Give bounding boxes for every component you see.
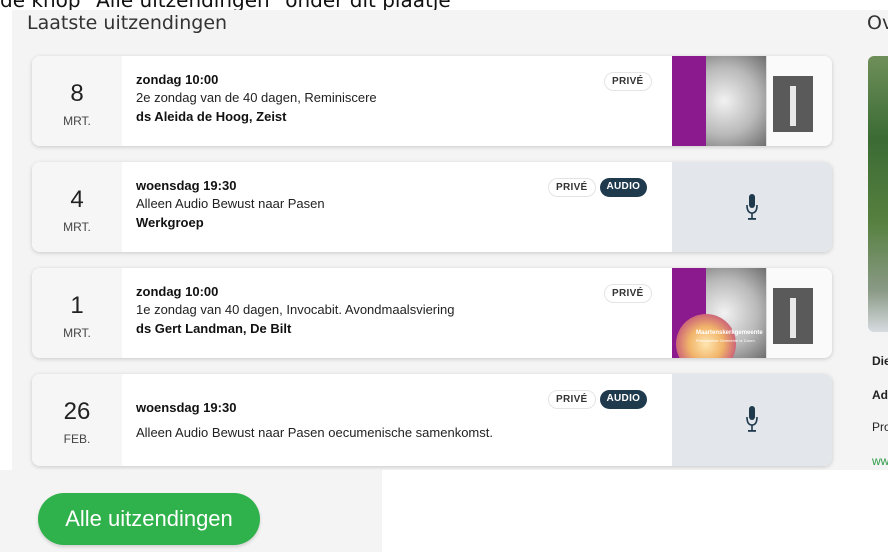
date-month: FEB.	[63, 432, 91, 446]
date-day: 4	[70, 186, 84, 213]
logo-text: Maartenskerkgemeente	[696, 330, 763, 336]
side-church-photo	[868, 56, 888, 332]
thumbnail-purple-band	[672, 56, 706, 146]
date-block: 8 MRT.	[32, 56, 122, 146]
broadcast-description: 2e zondag van de 40 dagen, Reminiscere	[136, 90, 377, 105]
thumbnail-photo	[773, 76, 813, 132]
broadcast-card[interactable]: 8 MRT. zondag 10:00 2e zondag van de 40 …	[32, 56, 832, 146]
broadcast-thumbnail[interactable]	[672, 56, 832, 146]
side-text-name: Die	[872, 354, 888, 368]
date-day: 1	[70, 292, 84, 319]
audio-badge: AUDIO	[599, 178, 648, 197]
broadcast-description: Alleen Audio Bewust naar Pasen	[136, 196, 325, 211]
audio-thumbnail[interactable]	[672, 162, 832, 252]
date-month: MRT.	[63, 326, 91, 340]
date-day: 8	[70, 80, 84, 107]
prive-badge: PRIVÉ	[604, 72, 652, 91]
microphone-icon	[746, 194, 758, 220]
broadcast-preacher: Werkgroep	[136, 215, 204, 230]
audio-badge: AUDIO	[599, 390, 648, 409]
date-month: MRT.	[63, 220, 91, 234]
broadcast-description: Alleen Audio Bewust naar Pasen oecumenis…	[136, 425, 493, 440]
logo-subtext: Protestantse Gemeente te Doorn	[696, 338, 755, 343]
prive-badge: PRIVÉ	[548, 178, 596, 197]
date-month: MRT.	[63, 114, 91, 128]
broadcast-time: zondag 10:00	[136, 284, 219, 299]
broadcast-card[interactable]: 1 MRT. zondag 10:00 1e zondag van 40 dag…	[32, 268, 832, 358]
thumbnail-photo	[773, 288, 813, 344]
thumbnail-program-sheet	[766, 268, 832, 358]
date-day: 26	[63, 398, 91, 425]
side-text-address: Ad	[872, 388, 888, 402]
side-website-link[interactable]: ww	[872, 454, 888, 468]
date-block: 4 MRT.	[32, 162, 122, 252]
broadcast-card[interactable]: 26 FEB. woensdag 19:30 Alleen Audio Bewu…	[32, 374, 832, 466]
side-section-title: Ov	[867, 12, 888, 34]
broadcast-thumbnail[interactable]: Maartenskerkgemeente Protestantse Gemeen…	[672, 268, 832, 358]
prive-badge: PRIVÉ	[548, 390, 596, 409]
date-block: 26 FEB.	[32, 374, 122, 466]
all-broadcasts-button[interactable]: Alle uitzendingen	[38, 493, 260, 545]
thumbnail-gradient	[706, 56, 766, 146]
broadcast-card[interactable]: 4 MRT. woensdag 19:30 Alleen Audio Bewus…	[32, 162, 832, 252]
broadcast-time: woensdag 19:30	[136, 178, 237, 193]
broadcasts-panel: Laatste uitzendingen 8 MRT. zondag 10:00…	[12, 10, 888, 470]
broadcast-preacher: ds Gert Landman, De Bilt	[136, 321, 292, 336]
broadcast-time: woensdag 19:30	[136, 400, 237, 415]
thumbnail-program-sheet	[766, 56, 832, 146]
side-text-pro: Pro	[872, 420, 888, 434]
date-block: 1 MRT.	[32, 268, 122, 358]
section-title: Laatste uitzendingen	[27, 12, 228, 34]
microphone-icon	[746, 406, 758, 432]
prive-badge: PRIVÉ	[604, 284, 652, 303]
broadcast-time: zondag 10:00	[136, 72, 219, 87]
audio-thumbnail[interactable]	[672, 374, 832, 466]
top-caption: de knop "Alle uitzendingen" onder dit pl…	[0, 0, 888, 10]
broadcast-preacher: ds Aleida de Hoog, Zeist	[136, 109, 287, 124]
broadcast-description: 1e zondag van 40 dagen, Invocabit. Avond…	[136, 302, 455, 317]
